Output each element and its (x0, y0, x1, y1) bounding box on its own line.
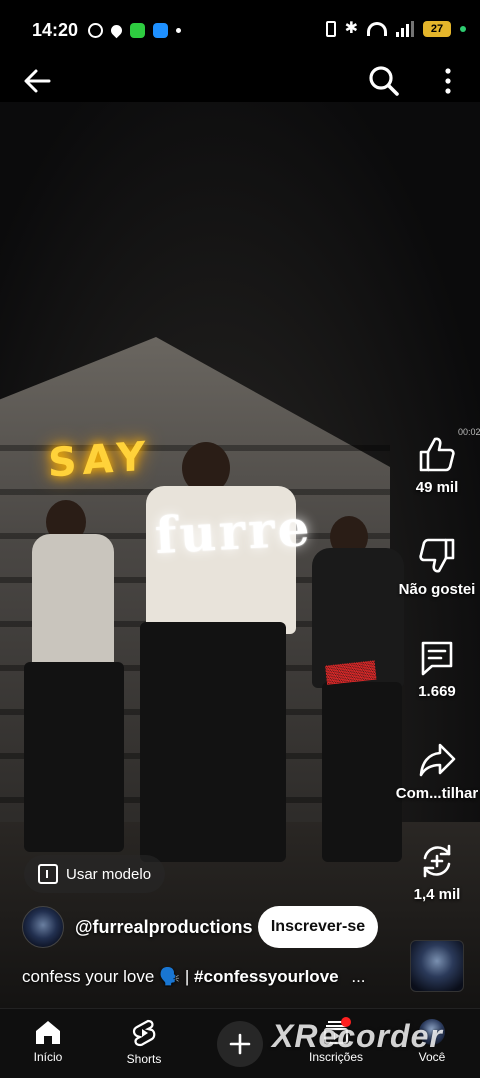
vibrate-icon (325, 21, 336, 37)
recorder-watermark: XRecorder (272, 1018, 443, 1054)
comments-button[interactable]: 1.669 (392, 639, 480, 700)
plus-icon (229, 1033, 251, 1055)
nav-home[interactable]: Início (8, 1019, 88, 1064)
notification-icons (88, 22, 181, 39)
video-overlay-title: furre (153, 497, 314, 566)
remix-button[interactable]: 1,4 mil (392, 842, 480, 903)
caption-text: confess your love 🗣️ | (22, 967, 195, 986)
home-icon (36, 1021, 60, 1044)
thumbs-down-icon (419, 538, 455, 573)
nav-shorts[interactable]: Shorts (104, 1019, 184, 1066)
caption-ellipsis: ... (351, 967, 366, 986)
signal-icon (396, 21, 414, 37)
app-notification-icon (130, 23, 145, 38)
use-template-button[interactable]: Usar modelo (24, 855, 166, 893)
comment-icon (421, 641, 453, 676)
whatsapp-icon (88, 23, 103, 38)
status-time: 14:20 (32, 20, 79, 40)
like-button[interactable]: 49 mil (392, 435, 480, 496)
drop-icon (108, 22, 125, 39)
top-app-bar (0, 62, 480, 102)
bluetooth-icon: ✱ (344, 20, 358, 37)
battery-icon: 27 (423, 21, 451, 37)
nav-home-label: Início (33, 1050, 63, 1064)
dislike-label: Não gostei (398, 581, 476, 598)
remix-icon (423, 844, 451, 878)
shorts-icon (132, 1019, 156, 1047)
template-icon (38, 864, 58, 884)
privacy-dot-icon (460, 26, 466, 32)
comments-count: 1.669 (418, 683, 456, 700)
audio-thumbnail[interactable] (410, 940, 464, 992)
status-bar: 14:20 ✱ 27 (0, 0, 480, 62)
nav-shorts-label: Shorts (126, 1052, 162, 1066)
share-label: Com...tilhar (395, 785, 479, 802)
remix-count: 1,4 mil (413, 886, 461, 903)
neon-sign: SAY (48, 433, 151, 487)
share-button[interactable]: Com...tilhar (392, 741, 480, 802)
back-arrow-icon[interactable] (22, 66, 52, 96)
subscribe-button[interactable]: Inscrever-se (258, 906, 378, 948)
caption-hashtag[interactable]: #confessyourlove (194, 967, 339, 986)
channel-avatar[interactable] (22, 906, 64, 948)
share-icon (419, 743, 456, 777)
more-notifications-dot (176, 28, 181, 33)
search-icon[interactable] (368, 65, 400, 97)
video-caption[interactable]: confess your love 🗣️ | #confessyourlove … (22, 967, 392, 987)
use-template-label: Usar modelo (66, 865, 152, 883)
more-options-icon[interactable] (438, 66, 458, 96)
wifi-icon (367, 22, 387, 36)
dislike-button[interactable]: Não gostei (392, 537, 480, 598)
thumbs-up-icon (419, 437, 455, 472)
like-count: 49 mil (415, 479, 459, 496)
channel-handle[interactable]: @furrealproductions (75, 917, 253, 938)
message-notification-icon (153, 23, 168, 38)
system-icons: ✱ 27 (325, 20, 466, 37)
create-button[interactable] (217, 1021, 263, 1067)
